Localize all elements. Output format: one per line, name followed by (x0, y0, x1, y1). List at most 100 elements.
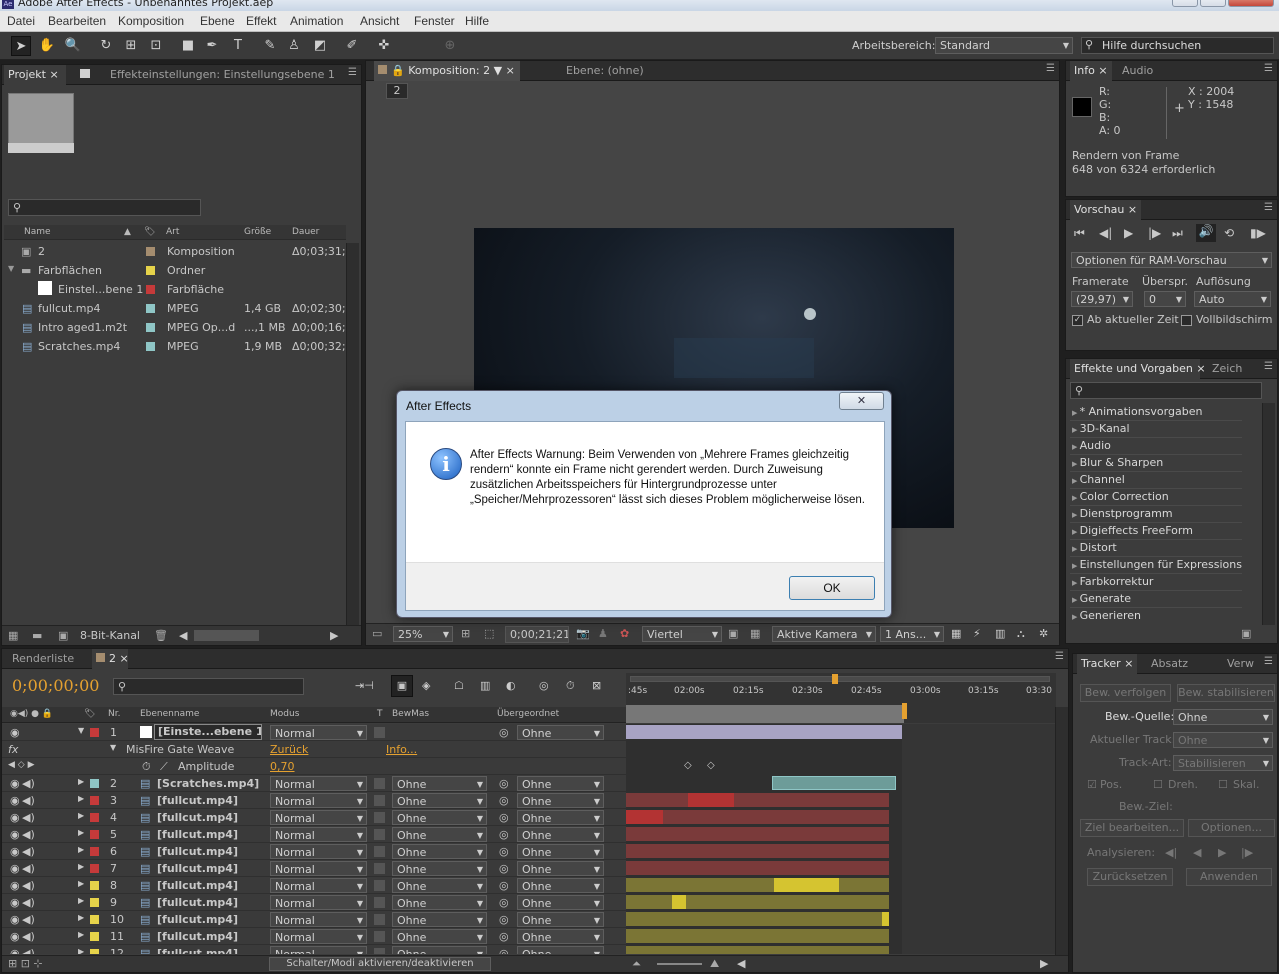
table-row[interactable]: ◉◀) ▶ 9 ▤ [fullcut.mp4] Normal Ohne ◎ Ohne (2, 894, 626, 911)
resolution-select[interactable]: Auto (1194, 291, 1271, 307)
menu-effect[interactable]: Effekt (246, 14, 276, 28)
preserve-transparency-toggle[interactable] (374, 812, 385, 823)
stopwatch-icon[interactable]: ⏱ (142, 760, 151, 774)
trkmat-select[interactable]: Ohne (392, 810, 487, 825)
col-mode[interactable]: Modus (270, 707, 299, 721)
eye-icon[interactable]: ◉ (10, 862, 20, 875)
new-folder-icon[interactable]: ▬ (32, 629, 42, 642)
layer-bar[interactable] (626, 844, 889, 858)
layer-bar[interactable] (626, 793, 889, 807)
parent-select[interactable]: Ohne (517, 878, 604, 893)
table-row[interactable]: ◉◀) ▶ 4 ▤ [fullcut.mp4] Normal Ohne ◎ Ohne (2, 809, 626, 826)
layer-bar-active[interactable] (688, 793, 734, 807)
table-row[interactable]: ◉◀) ▶ 11 ▤ [fullcut.mp4] Normal Ohne ◎ Ohne (2, 928, 626, 945)
expand-icon[interactable]: ▶ (78, 828, 84, 837)
pickwhip-icon[interactable]: ◎ (499, 794, 509, 807)
rotation-checkbox[interactable]: ☐ (1153, 778, 1163, 791)
layer-name[interactable]: [fullcut.mp4] (157, 879, 238, 892)
tab-paragraph[interactable]: Absatz (1147, 654, 1192, 674)
dialog-close-button[interactable]: ✕ (839, 392, 884, 410)
layer-bar[interactable] (626, 878, 889, 892)
audio-icon[interactable]: ◀) (22, 930, 35, 943)
text-tool-icon[interactable]: T (228, 36, 248, 56)
hand-tool-icon[interactable]: ✋ (37, 36, 57, 56)
trkmat-select[interactable]: Ohne (392, 946, 487, 954)
layer-name[interactable]: [fullcut.mp4] (157, 913, 238, 926)
safe-zones-icon[interactable]: ⊞ (461, 627, 470, 640)
scroll-left-icon[interactable]: ◀ (179, 629, 187, 642)
prev-frame-icon[interactable]: ◀| (1099, 226, 1112, 240)
transparency-grid-icon[interactable]: ▦ (750, 627, 760, 640)
list-item[interactable]: ▣ 2 Komposition Δ0;03;31;0 (4, 243, 353, 260)
analyze-backward-icon[interactable]: ◀ (1193, 846, 1201, 859)
stabilize-motion-button[interactable]: Bew. stabilisieren (1177, 684, 1275, 702)
expand-icon[interactable]: ▶ (78, 947, 84, 954)
label-swatch[interactable] (146, 304, 155, 313)
table-row[interactable]: ◉◀) ▶ 2 ▤ [Scratches.mp4] Normal Ohne ◎ Ohne (2, 775, 626, 792)
ram-preview-options[interactable]: Optionen für RAM-Vorschau (1071, 252, 1272, 268)
ram-preview-icon[interactable]: ▮▶ (1250, 226, 1266, 240)
camera-select[interactable]: Aktive Kamera (772, 626, 876, 642)
label-swatch[interactable] (90, 932, 99, 941)
from-current-checkbox[interactable]: ✓ (1072, 315, 1083, 326)
zoom-slider[interactable] (657, 963, 702, 965)
trkmat-select[interactable]: Ohne (392, 861, 487, 876)
project-search-input[interactable]: ⚲ (8, 199, 201, 216)
effects-scrollbar[interactable] (1262, 403, 1275, 625)
panel-menu-icon[interactable]: ☰ (1046, 63, 1055, 74)
list-item[interactable]: ▤ Scratches.mp4 MPEG 1,9 MB Δ0;00;32;1 (4, 338, 353, 355)
tab-timeline[interactable]: 2 × (92, 649, 129, 669)
tab-tracker[interactable]: Tracker × (1077, 654, 1138, 674)
audio-icon[interactable]: ◀) (22, 794, 35, 807)
trash-icon[interactable]: 🗑 (154, 629, 168, 642)
tab-character[interactable]: Zeich (1208, 359, 1246, 379)
layer-bar-adjustment[interactable] (626, 725, 902, 739)
parent-select[interactable]: Ohne (517, 725, 604, 740)
project-scrollbar[interactable] (346, 243, 359, 625)
edit-target-button[interactable]: Ziel bearbeiten... (1080, 819, 1184, 837)
framerate-select[interactable]: (29,97) (1071, 291, 1133, 307)
parent-select[interactable]: Ohne (517, 946, 604, 954)
eye-icon[interactable]: ◉ (10, 794, 20, 807)
mode-select[interactable]: Normal (270, 912, 367, 927)
brainstorm-icon[interactable]: ◎ (539, 679, 549, 692)
layer-name[interactable]: [fullcut.mp4] (157, 862, 238, 875)
stopwatch-icon[interactable]: ⏱ (566, 679, 575, 693)
label-swatch[interactable] (90, 728, 99, 737)
effect-reset-link[interactable]: Zurück (270, 743, 308, 756)
pickwhip-icon[interactable]: ◎ (499, 896, 509, 909)
parent-select[interactable]: Ohne (517, 776, 604, 791)
layer-bar-scratches[interactable] (772, 776, 896, 790)
toggle-pixel-icon[interactable]: ▦ (951, 627, 961, 640)
first-frame-icon[interactable]: ⏮ (1074, 226, 1085, 241)
roto-brush-tool-icon[interactable]: ✐ (342, 36, 362, 56)
menu-help[interactable]: Hilfe (465, 14, 489, 28)
pickwhip-icon[interactable]: ◎ (499, 930, 509, 943)
expand-icon[interactable]: ▶ (78, 845, 84, 854)
col-nr[interactable]: Nr. (108, 707, 120, 721)
expand-icon[interactable]: ▼ (78, 726, 84, 735)
effect-category[interactable]: 3D-Kanal (1072, 420, 1130, 437)
fast-preview-icon[interactable]: ⚡ (973, 627, 981, 640)
panel-menu-icon[interactable]: ☰ (1264, 656, 1273, 667)
mode-select[interactable]: Normal (270, 878, 367, 893)
expand-icon[interactable]: ▶ (78, 794, 84, 803)
pickwhip-icon[interactable]: ◎ (499, 947, 509, 954)
layer-bar-active[interactable] (626, 810, 663, 824)
maximize-button[interactable] (1200, 0, 1226, 7)
mode-select[interactable]: Normal (270, 725, 367, 740)
trkmat-select[interactable]: Ohne (392, 776, 487, 791)
work-area-bar[interactable] (630, 676, 1050, 682)
label-swatch[interactable] (90, 898, 99, 907)
mode-select[interactable]: Normal (270, 844, 367, 859)
tab-project[interactable]: Projekt × (4, 65, 66, 85)
menu-file[interactable]: Datei (7, 14, 35, 28)
audio-icon[interactable]: ◀) (22, 896, 35, 909)
amplitude-value[interactable]: 0,70 (270, 760, 295, 773)
expand-icon[interactable]: ▶ (78, 930, 84, 939)
table-row[interactable]: ◉◀) ▶ 5 ▤ [fullcut.mp4] Normal Ohne ◎ Ohne (2, 826, 626, 843)
live-update-icon[interactable]: ▣ (391, 675, 413, 697)
tab-effect-controls[interactable]: Effekteinstellungen: Einstellungsebene 1 (76, 65, 335, 85)
help-search-input[interactable]: Hilfe durchsuchen (1081, 37, 1274, 54)
audio-icon[interactable]: ◀) (22, 862, 35, 875)
